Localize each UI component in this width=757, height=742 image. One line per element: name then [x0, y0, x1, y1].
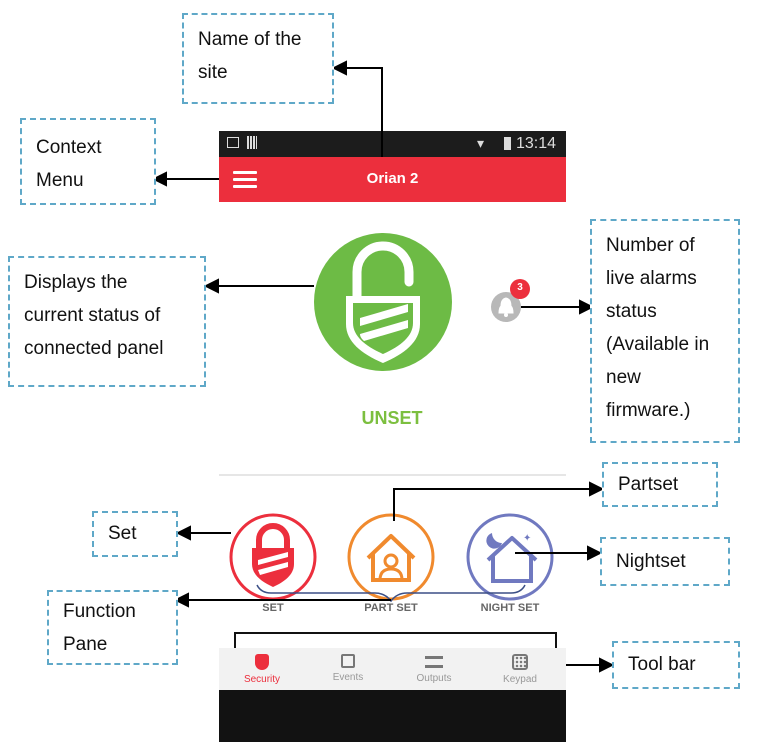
part-set-button[interactable] [347, 513, 435, 601]
unset-status-button[interactable] [314, 233, 452, 371]
night-set-label: NIGHT SET [480, 602, 540, 614]
svg-text:✦: ✦ [523, 533, 531, 544]
system-nav-bar [219, 690, 566, 742]
toolbar-outputs[interactable]: Outputs [391, 651, 477, 684]
callout-nightset: Nightset [600, 537, 730, 586]
callout-site-name: Name of the site [182, 13, 334, 104]
keypad-icon [512, 654, 528, 670]
callout-context-menu: Context Menu [20, 118, 156, 205]
toolbar-security[interactable]: Security [219, 651, 305, 685]
set-button[interactable] [229, 513, 317, 601]
callout-live-alarms: Number of live alarms status (Available … [590, 219, 740, 443]
toggles-icon [425, 656, 443, 668]
callout-function-pane: Function Pane [47, 590, 178, 665]
toolbar-keypad[interactable]: Keypad [477, 651, 563, 685]
toolbar-events[interactable]: Events [305, 651, 391, 683]
callout-set: Set [92, 511, 178, 557]
callout-status-display: Displays the current status of connected… [8, 256, 206, 387]
shield-icon [255, 654, 269, 670]
calendar-icon [341, 654, 355, 668]
alarm-count-text: 3 [517, 282, 523, 293]
night-set-button[interactable]: ✦ [466, 513, 554, 601]
callout-tool-bar: Tool bar [612, 641, 740, 689]
set-label: SET [262, 602, 284, 614]
callout-partset: Partset [602, 462, 718, 507]
status-label: UNSET [361, 408, 423, 428]
part-set-label: PART SET [364, 602, 418, 614]
